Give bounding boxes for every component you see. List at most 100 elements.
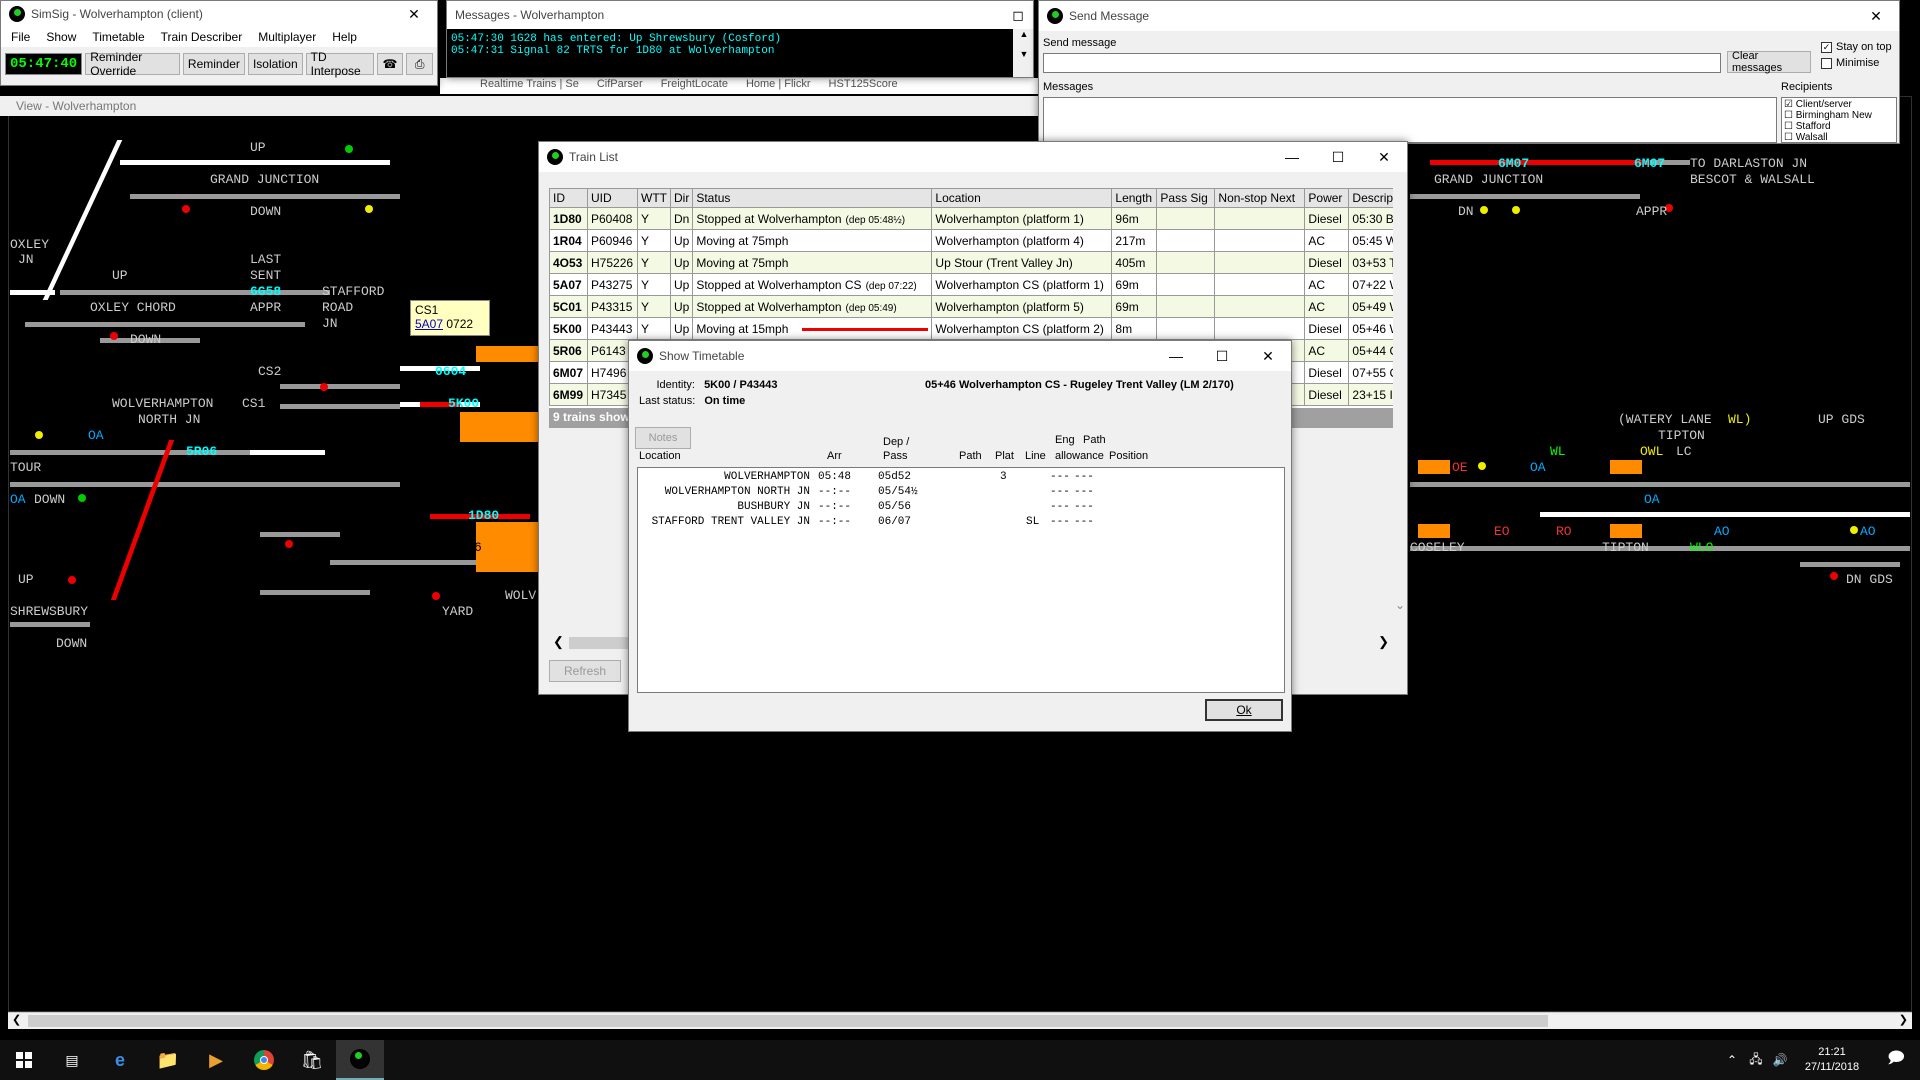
bookmark-4[interactable]: Home | Flickr: [746, 78, 811, 94]
train-list-vscroll-down-icon[interactable]: ⌄: [1395, 598, 1405, 612]
col-id[interactable]: ID: [549, 188, 588, 208]
signal-yellow[interactable]: [1478, 462, 1486, 470]
signal-red[interactable]: [110, 332, 118, 340]
col-status[interactable]: Status: [692, 188, 933, 208]
scrollbar-thumb[interactable]: [28, 1015, 1548, 1027]
menu-file[interactable]: File: [11, 30, 30, 44]
file-explorer-icon[interactable]: 📁: [144, 1040, 192, 1080]
col-location[interactable]: Location: [931, 188, 1113, 208]
timetable-row[interactable]: BUSHBURY JN --:-- 05/56 --- ---: [638, 500, 1284, 515]
checkbox-unchecked-icon[interactable]: ☐: [1784, 132, 1793, 142]
close-icon[interactable]: ✕: [1853, 1, 1899, 31]
minimise-checkbox[interactable]: Minimise: [1821, 57, 1879, 69]
col-length[interactable]: Length: [1111, 188, 1158, 208]
checkbox-unchecked-icon[interactable]: ☐: [1784, 110, 1793, 121]
telephone-icon[interactable]: ☎: [376, 53, 404, 75]
signal-red[interactable]: [68, 576, 76, 584]
ok-button[interactable]: Ok: [1205, 699, 1283, 721]
menu-multiplayer[interactable]: Multiplayer: [258, 30, 316, 44]
recipients-list[interactable]: ☑ Client/server ☐ Birmingham New ☐ Staff…: [1781, 97, 1897, 143]
col-power[interactable]: Power: [1304, 188, 1350, 208]
close-icon[interactable]: ✕: [391, 0, 437, 29]
view-scrollbar[interactable]: ❮ ❯: [8, 1012, 1912, 1029]
scroll-right-icon[interactable]: ❯: [1378, 634, 1389, 650]
signal-yellow[interactable]: [1512, 206, 1520, 214]
col-uid[interactable]: UID: [587, 188, 638, 208]
printer-icon[interactable]: ⎙: [406, 53, 433, 75]
berth-6g58[interactable]: 6G58: [250, 284, 281, 299]
task-view-icon[interactable]: ▤: [48, 1040, 96, 1080]
scroll-left-icon[interactable]: ❮: [553, 634, 564, 650]
edge-icon[interactable]: e: [96, 1040, 144, 1080]
col-description[interactable]: Descript: [1348, 188, 1393, 208]
table-row[interactable]: 5C01 P43315 Y Up Stopped at Wolverhampton (de…: [549, 295, 1393, 318]
table-row[interactable]: 5A07 P43275 Y Up Stopped at Wolverhampton CS…: [549, 273, 1393, 296]
scroll-left-icon[interactable]: ❮: [12, 1013, 21, 1026]
clock-area[interactable]: 21:21 27/11/2018: [1792, 1045, 1872, 1075]
table-row[interactable]: 1R04 P60946 Y Up Moving at 75mph Wolverhampto…: [549, 229, 1393, 252]
berth-5r06[interactable]: 5R06: [186, 444, 217, 459]
close-icon[interactable]: ✕: [1245, 341, 1291, 371]
minimise-icon[interactable]: —: [1269, 142, 1315, 172]
timetable-list[interactable]: WOLVERHAMPTON 05:48 05d52 3 --- --- WOLVERHAMP…: [637, 467, 1285, 693]
stay-on-top-checkbox[interactable]: ✓ Stay on top: [1821, 41, 1892, 53]
signal-yellow[interactable]: [1850, 526, 1858, 534]
simsig-taskbar-icon[interactable]: [336, 1040, 384, 1080]
reminder-override-button[interactable]: Reminder Override: [85, 50, 180, 78]
recipient-item[interactable]: ☐ Walsall: [1784, 132, 1894, 142]
menu-help[interactable]: Help: [332, 30, 357, 44]
notifications-icon[interactable]: 🗩: [1872, 1040, 1920, 1080]
bookmark-2[interactable]: CifParser: [597, 78, 643, 94]
col-non-stop-next[interactable]: Non-stop Next: [1214, 188, 1306, 208]
reminder-button[interactable]: Reminder: [182, 53, 245, 75]
checkbox-checked-icon[interactable]: ☑: [1784, 99, 1793, 110]
table-row[interactable]: 5K00 P43443 Y Up Moving at 15mph Wolverhampto…: [549, 317, 1393, 340]
isolation-button[interactable]: Isolation: [247, 53, 303, 75]
table-row[interactable]: 4O53 H75226 Y Up Moving at 75mph Up Stour (Tr…: [549, 251, 1393, 274]
tooltip-link[interactable]: 5A07: [415, 317, 443, 331]
table-row[interactable]: 1D80 P60408 Y Dn Stopped at Wolverhampton (de…: [549, 207, 1393, 230]
volume-icon[interactable]: 🔊: [1768, 1040, 1792, 1080]
timetable-row[interactable]: WOLVERHAMPTON NORTH JN --:-- 05/54½ --- ---: [638, 485, 1284, 500]
timetable-row[interactable]: WOLVERHAMPTON 05:48 05d52 3 --- ---: [638, 470, 1284, 485]
col-wtt[interactable]: WTT: [637, 188, 671, 208]
windows-start-icon[interactable]: [0, 1040, 48, 1080]
signal-red[interactable]: [182, 205, 190, 213]
scrollbar-thumb[interactable]: [569, 637, 629, 649]
menu-show[interactable]: Show: [46, 30, 76, 44]
menu-timetable[interactable]: Timetable: [92, 30, 144, 44]
signal-red[interactable]: [285, 540, 293, 548]
signal-red[interactable]: [320, 383, 328, 391]
recipient-item[interactable]: ☑ Client/server: [1784, 99, 1894, 110]
recipient-item[interactable]: ☐ Birmingham New: [1784, 110, 1894, 121]
signal-green[interactable]: [78, 494, 86, 502]
td-interpose-button[interactable]: TD Interpose: [305, 50, 374, 78]
signal-yellow[interactable]: [1480, 206, 1488, 214]
tray-chevron-up-icon[interactable]: ⌃: [1720, 1040, 1744, 1080]
signal-red[interactable]: [432, 592, 440, 600]
network-icon[interactable]: 🖧: [1744, 1040, 1768, 1080]
berth-5k00[interactable]: 5K00: [448, 396, 479, 411]
maximise-icon[interactable]: ☐: [1199, 341, 1245, 371]
berth-0604[interactable]: 0604: [435, 364, 466, 379]
scroll-right-icon[interactable]: ❯: [1899, 1013, 1908, 1026]
recipient-item[interactable]: ☐ Stafford: [1784, 121, 1894, 132]
signal-green[interactable]: [345, 145, 353, 153]
minimise-icon[interactable]: ◻: [1003, 0, 1033, 30]
chrome-icon[interactable]: [240, 1040, 288, 1080]
maximise-icon[interactable]: ☐: [1315, 142, 1361, 172]
signal-yellow[interactable]: [365, 205, 373, 213]
checkbox-unchecked-icon[interactable]: ☐: [1784, 121, 1793, 132]
bookmark-1[interactable]: Realtime Trains | Se: [480, 78, 579, 94]
berth-6m07-a[interactable]: 6M07: [1498, 156, 1529, 171]
send-message-input[interactable]: [1043, 53, 1721, 73]
col-pass-sig[interactable]: Pass Sig: [1156, 188, 1216, 208]
col-dir[interactable]: Dir: [669, 188, 694, 208]
timetable-row[interactable]: STAFFORD TRENT VALLEY JN --:-- 06/07 SL --- -…: [638, 515, 1284, 530]
bookmark-3[interactable]: FreightLocate: [661, 78, 728, 94]
messages-area[interactable]: [1043, 97, 1777, 143]
refresh-button[interactable]: Refresh: [549, 660, 621, 682]
signal-yellow[interactable]: [35, 431, 43, 439]
menu-train-describer[interactable]: Train Describer: [161, 30, 243, 44]
store-icon[interactable]: 🛍: [288, 1040, 336, 1080]
